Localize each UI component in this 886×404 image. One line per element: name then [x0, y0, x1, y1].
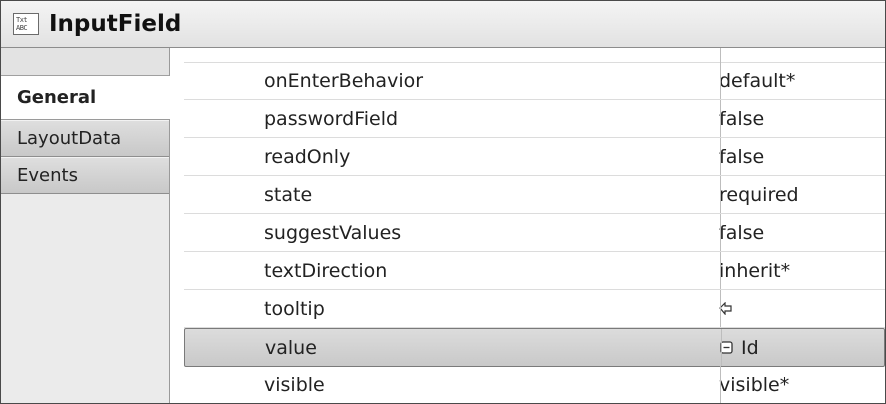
property-name: visible [264, 373, 325, 396]
property-row[interactable]: visible visible* [184, 366, 885, 403]
tab-layoutdata[interactable]: LayoutData [1, 120, 169, 157]
tab-strip: General LayoutData Events [1, 48, 170, 403]
property-value[interactable]: Id [706, 329, 759, 366]
property-value[interactable] [705, 290, 733, 327]
property-table: onEnterBehavior default* passwordField f… [170, 48, 885, 403]
property-value[interactable]: false [705, 138, 764, 175]
property-value[interactable]: false [705, 214, 764, 251]
tab-label: Events [17, 165, 78, 186]
property-name: textDirection [264, 259, 388, 282]
property-row[interactable]: textDirection inherit* [184, 252, 885, 290]
view-title: InputField [49, 11, 182, 37]
tab-events[interactable]: Events [1, 157, 169, 194]
property-value[interactable]: default* [705, 62, 795, 99]
property-name: onEnterBehavior [264, 69, 424, 92]
text-field-icon: Txt ABC [13, 13, 39, 35]
property-name: tooltip [264, 297, 325, 320]
property-value[interactable]: inherit* [705, 252, 790, 289]
binding-arrow-icon [719, 302, 733, 315]
property-row[interactable]: state required [184, 176, 885, 214]
property-row[interactable]: passwordField false [184, 100, 885, 138]
properties-view: Txt ABC InputField General LayoutData Ev… [0, 0, 886, 404]
property-name: readOnly [264, 145, 351, 168]
property-name: passwordField [264, 107, 399, 130]
property-row[interactable]: readOnly false [184, 138, 885, 176]
property-value[interactable]: false [705, 100, 764, 137]
view-header: Txt ABC InputField [1, 1, 885, 48]
property-row[interactable]: suggestValues false [184, 214, 885, 252]
property-name: suggestValues [264, 221, 402, 244]
property-name: value [265, 336, 317, 359]
tab-general[interactable]: General [1, 76, 170, 120]
property-value[interactable]: visible* [705, 366, 789, 403]
tab-label: General [17, 87, 97, 108]
tab-label: LayoutData [17, 128, 122, 149]
property-row[interactable]: tooltip [184, 290, 885, 328]
property-name: state [264, 183, 313, 206]
property-row[interactable]: onEnterBehavior default* [184, 62, 885, 100]
property-row-partial [184, 48, 885, 63]
tab-strip-top [1, 48, 169, 76]
property-row-selected[interactable]: value Id [184, 328, 885, 367]
